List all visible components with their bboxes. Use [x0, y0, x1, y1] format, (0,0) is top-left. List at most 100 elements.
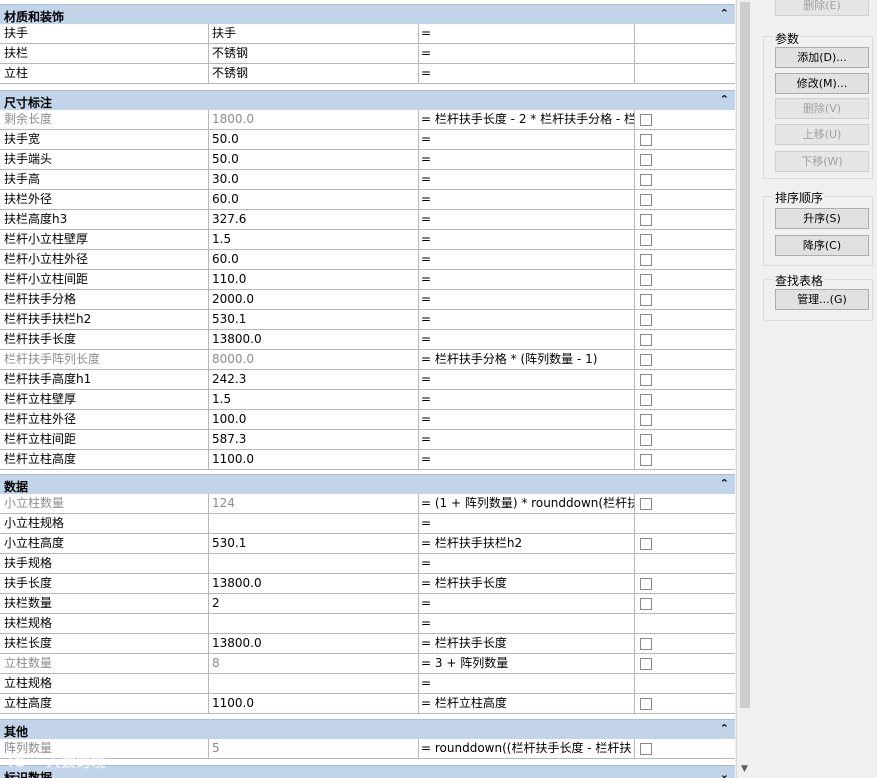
parameter-row[interactable]: 阵列数量 5 = rounddown((栏杆扶手长度 - 栏杆扶: [0, 739, 735, 759]
parameter-value[interactable]: [209, 674, 419, 693]
parameter-formula[interactable]: =: [419, 330, 635, 349]
parameter-row[interactable]: 扶手长度 13800.0 = 栏杆扶手长度: [0, 574, 735, 594]
scroll-down-arrow-icon[interactable]: ▼: [741, 764, 748, 774]
parameter-value[interactable]: 100.0: [209, 410, 419, 429]
lock-checkbox[interactable]: [640, 334, 652, 346]
delete-parameter-button[interactable]: 删除(V): [775, 98, 869, 119]
lock-checkbox[interactable]: [640, 194, 652, 206]
parameter-value[interactable]: 60.0: [209, 250, 419, 269]
parameter-value[interactable]: 50.0: [209, 150, 419, 169]
parameter-row[interactable]: 栏杆立柱间距 587.3 =: [0, 430, 735, 450]
parameter-formula[interactable]: =: [419, 130, 635, 149]
parameter-value[interactable]: 60.0: [209, 190, 419, 209]
parameter-row[interactable]: 栏杆扶手分格 2000.0 =: [0, 290, 735, 310]
lock-checkbox[interactable]: [640, 658, 652, 670]
parameter-formula[interactable]: =: [419, 170, 635, 189]
parameter-formula[interactable]: =: [419, 514, 635, 533]
parameter-formula[interactable]: =: [419, 290, 635, 309]
lock-checkbox[interactable]: [640, 578, 652, 590]
parameter-row[interactable]: 栏杆扶手高度h1 242.3 =: [0, 370, 735, 390]
parameter-row[interactable]: 栏杆小立柱间距 110.0 =: [0, 270, 735, 290]
parameter-value[interactable]: 530.1: [209, 310, 419, 329]
move-down-button[interactable]: 下移(W): [775, 151, 869, 172]
parameter-row[interactable]: 立柱数量 8 = 3 + 阵列数量: [0, 654, 735, 674]
parameter-value[interactable]: 1.5: [209, 390, 419, 409]
parameter-row[interactable]: 栏杆小立柱壁厚 1.5 =: [0, 230, 735, 250]
parameter-value[interactable]: 5: [209, 739, 419, 758]
parameter-value[interactable]: [209, 614, 419, 633]
parameter-value[interactable]: 242.3: [209, 370, 419, 389]
delete-type-button[interactable]: 删除(E): [775, 0, 869, 16]
parameter-formula[interactable]: =: [419, 270, 635, 289]
sort-descending-button[interactable]: 降序(C): [775, 235, 869, 256]
lock-checkbox[interactable]: [640, 374, 652, 386]
parameter-value[interactable]: 124: [209, 494, 419, 513]
parameter-formula[interactable]: =: [419, 410, 635, 429]
parameter-row[interactable]: 扶栏外径 60.0 =: [0, 190, 735, 210]
parameter-value[interactable]: 不锈钢: [209, 64, 419, 83]
parameter-value[interactable]: [209, 514, 419, 533]
lock-checkbox[interactable]: [640, 154, 652, 166]
collapse-chevron-icon[interactable]: ⌃: [720, 722, 729, 735]
section-header[interactable]: 材质和装饰 ⌃: [0, 4, 735, 24]
parameter-formula[interactable]: =: [419, 370, 635, 389]
lock-checkbox[interactable]: [640, 394, 652, 406]
parameter-value[interactable]: 50.0: [209, 130, 419, 149]
parameter-row[interactable]: 扶栏长度 13800.0 = 栏杆扶手长度: [0, 634, 735, 654]
parameter-value[interactable]: 13800.0: [209, 574, 419, 593]
lock-checkbox[interactable]: [640, 538, 652, 550]
parameter-formula[interactable]: =: [419, 594, 635, 613]
parameter-row[interactable]: 栏杆扶手扶栏h2 530.1 =: [0, 310, 735, 330]
lock-checkbox[interactable]: [640, 354, 652, 366]
parameter-formula[interactable]: =: [419, 430, 635, 449]
scrollbar-thumb[interactable]: [740, 2, 750, 708]
parameter-formula[interactable]: =: [419, 64, 635, 83]
parameter-row[interactable]: 栏杆小立柱外径 60.0 =: [0, 250, 735, 270]
parameter-row[interactable]: 小立柱高度 530.1 = 栏杆扶手扶栏h2: [0, 534, 735, 554]
move-up-button[interactable]: 上移(U): [775, 124, 869, 145]
parameter-formula[interactable]: = 栏杆扶手分格 * (阵列数量 - 1): [419, 350, 635, 369]
parameter-formula[interactable]: =: [419, 250, 635, 269]
lock-checkbox[interactable]: [640, 498, 652, 510]
parameter-value[interactable]: 1100.0: [209, 450, 419, 469]
parameter-row[interactable]: 扶手宽 50.0 =: [0, 130, 735, 150]
parameter-row[interactable]: 扶栏数量 2 =: [0, 594, 735, 614]
parameter-row[interactable]: 剩余长度 1800.0 = 栏杆扶手长度 - 2 * 栏杆扶手分格 - 栏: [0, 110, 735, 130]
lock-checkbox[interactable]: [640, 598, 652, 610]
parameter-value[interactable]: 30.0: [209, 170, 419, 189]
collapse-chevron-icon[interactable]: ⌃: [720, 477, 729, 490]
parameter-row[interactable]: 扶手端头 50.0 =: [0, 150, 735, 170]
parameter-value[interactable]: 1.5: [209, 230, 419, 249]
lock-checkbox[interactable]: [640, 114, 652, 126]
collapse-chevron-icon[interactable]: ⌃: [720, 7, 729, 20]
section-header[interactable]: 标识数据 ⌄: [0, 765, 735, 778]
manage-lookup-button[interactable]: 管理...(G): [775, 289, 869, 310]
lock-checkbox[interactable]: [640, 454, 652, 466]
parameter-value[interactable]: 110.0: [209, 270, 419, 289]
parameter-formula[interactable]: =: [419, 190, 635, 209]
sort-ascending-button[interactable]: 升序(S): [775, 208, 869, 229]
section-header[interactable]: 数据 ⌃: [0, 474, 735, 494]
parameter-formula[interactable]: = 3 + 阵列数量: [419, 654, 635, 673]
parameter-row[interactable]: 栏杆立柱高度 1100.0 =: [0, 450, 735, 470]
parameter-row[interactable]: 栏杆扶手长度 13800.0 =: [0, 330, 735, 350]
parameter-row[interactable]: 立柱规格 =: [0, 674, 735, 694]
collapse-chevron-icon[interactable]: ⌃: [720, 93, 729, 106]
parameter-value[interactable]: 1100.0: [209, 694, 419, 713]
lock-checkbox[interactable]: [640, 698, 652, 710]
vertical-scrollbar[interactable]: ▼: [736, 0, 752, 778]
parameter-formula[interactable]: =: [419, 210, 635, 229]
parameter-row[interactable]: 小立柱规格 =: [0, 514, 735, 534]
parameter-value[interactable]: 2: [209, 594, 419, 613]
parameter-value[interactable]: 530.1: [209, 534, 419, 553]
lock-checkbox[interactable]: [640, 254, 652, 266]
parameter-formula[interactable]: =: [419, 554, 635, 573]
parameter-formula[interactable]: = (1 + 阵列数量) * rounddown(栏杆扶: [419, 494, 635, 513]
lock-checkbox[interactable]: [640, 274, 652, 286]
lock-checkbox[interactable]: [640, 314, 652, 326]
section-header[interactable]: 其他 ⌃: [0, 719, 735, 739]
parameter-value[interactable]: 扶手: [209, 24, 419, 43]
parameter-formula[interactable]: =: [419, 450, 635, 469]
parameter-formula[interactable]: = 栏杆扶手长度: [419, 634, 635, 653]
parameter-formula[interactable]: = 栏杆扶手长度: [419, 574, 635, 593]
